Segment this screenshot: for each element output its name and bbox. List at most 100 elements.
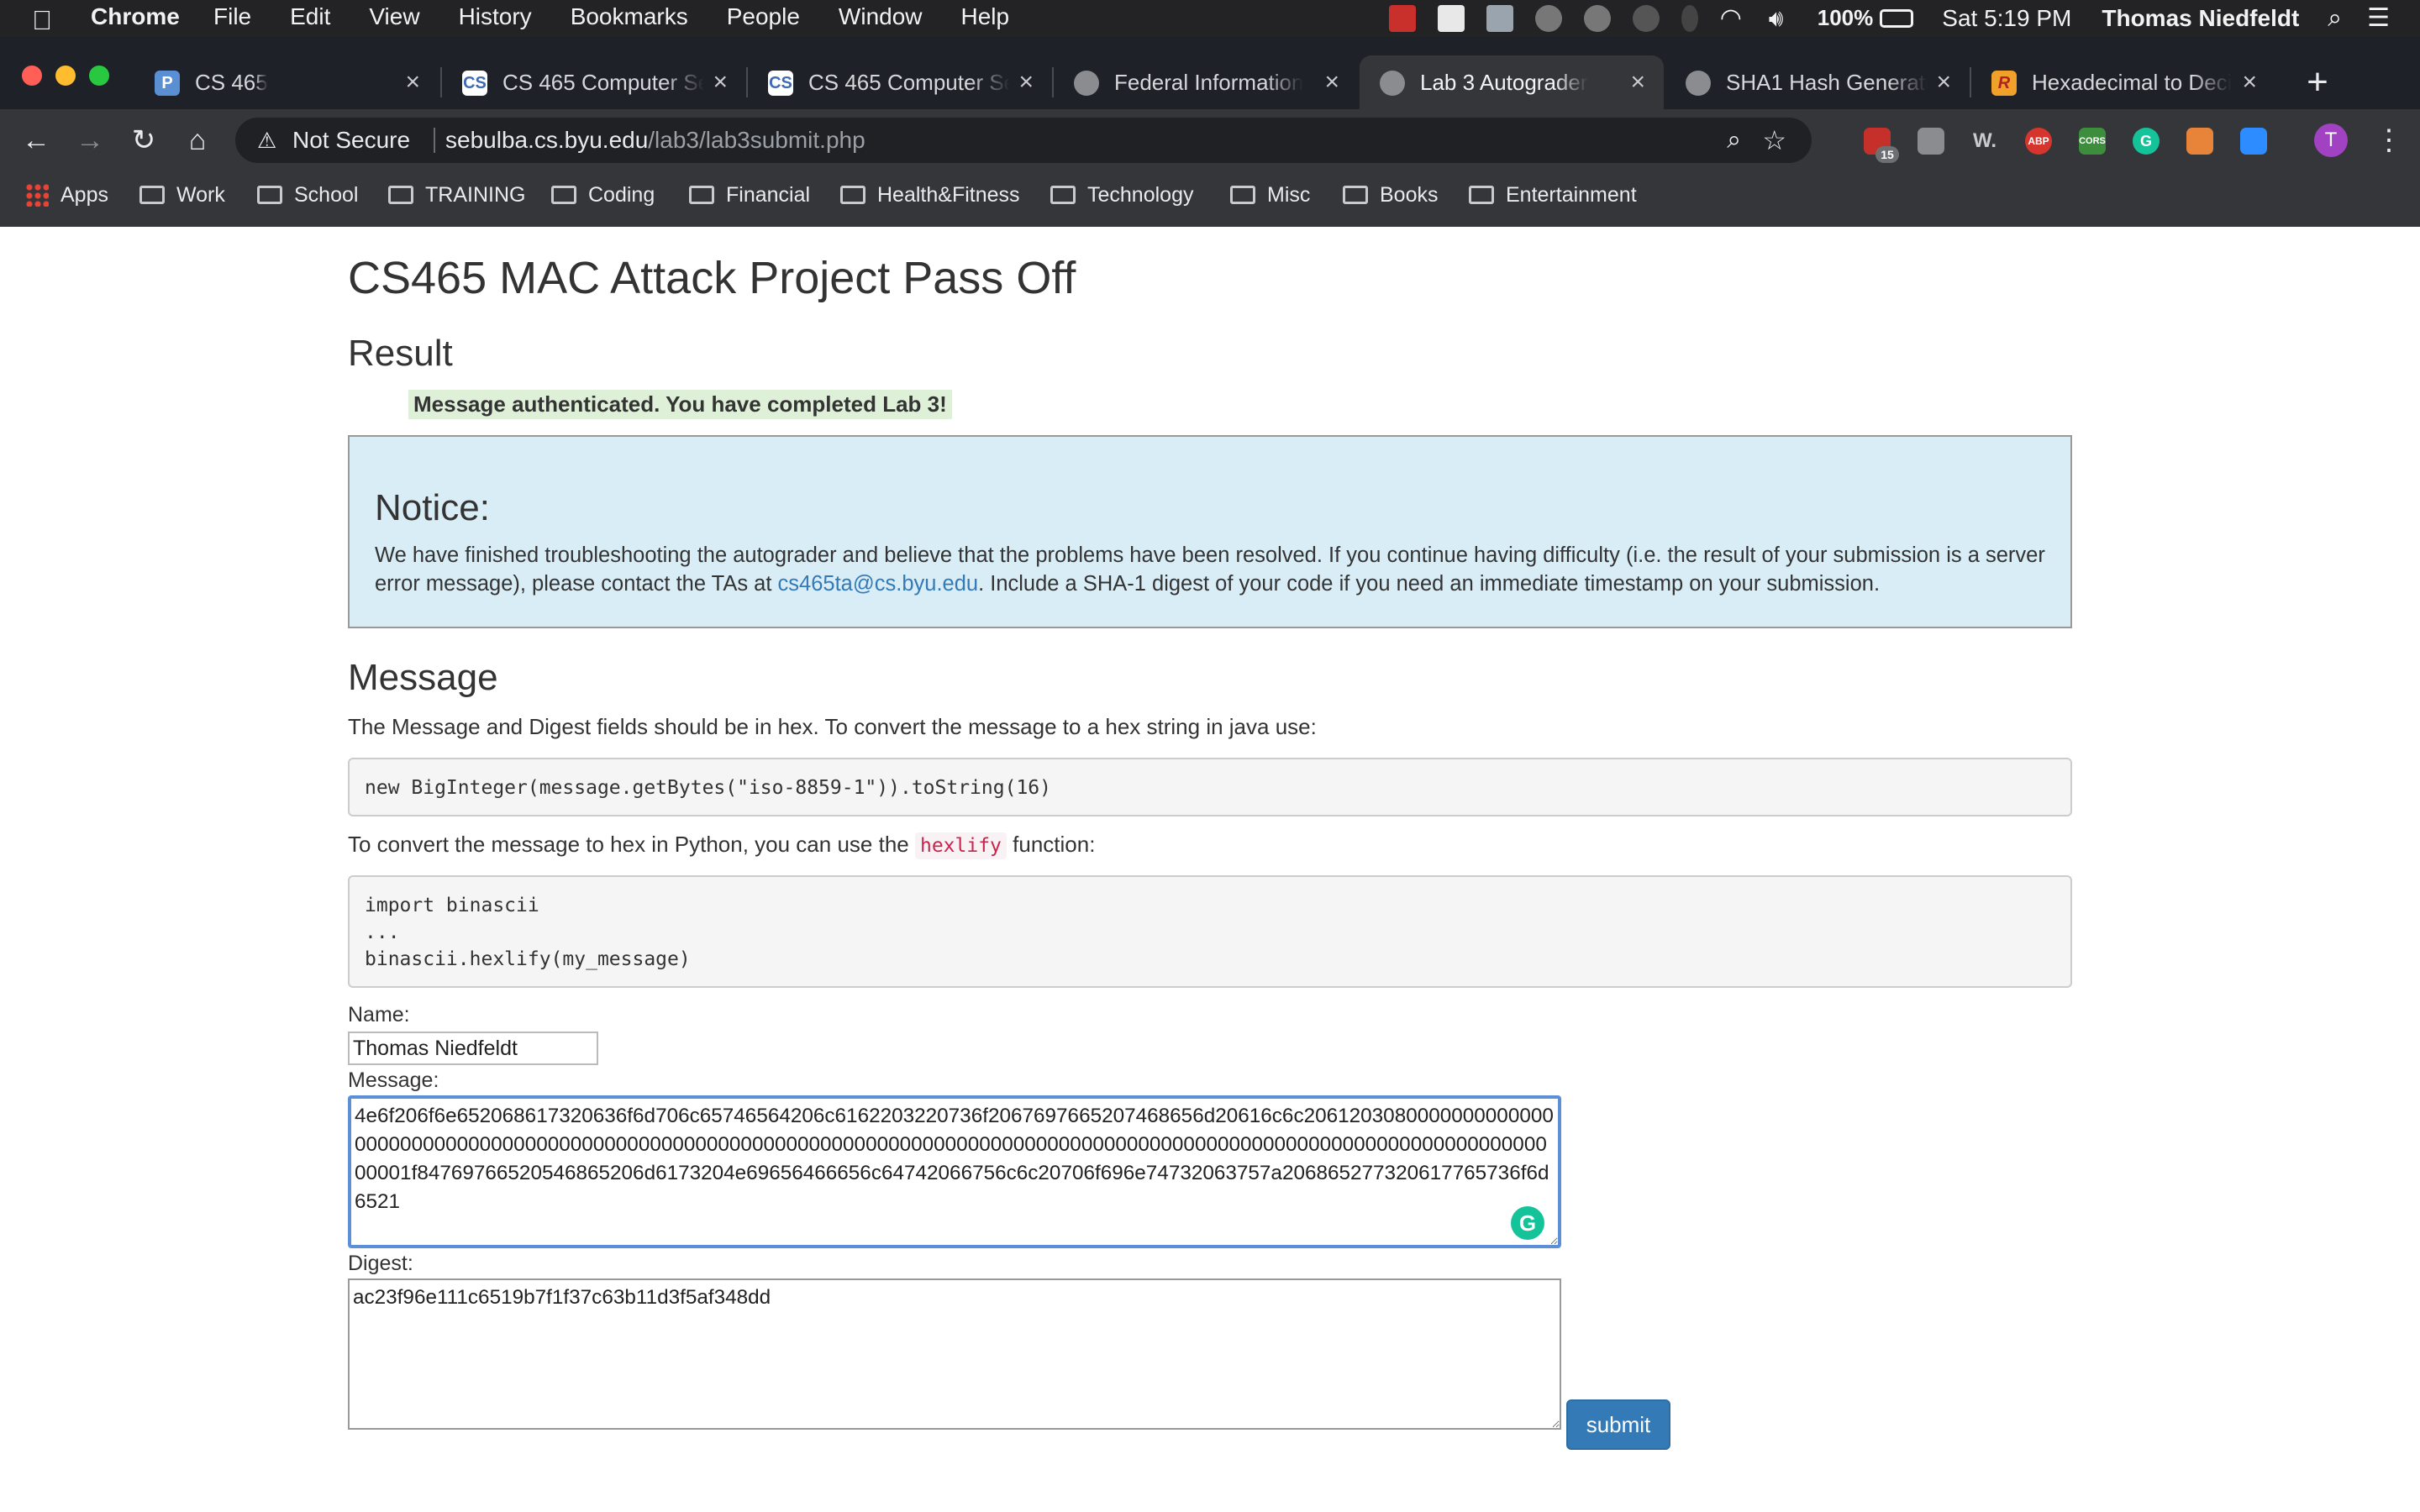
message-textarea[interactable]: 4e6f206f6e652068617320636f6d706c65746564…	[348, 1095, 1561, 1248]
browser-tab[interactable]: CS CS 465 Computer Se ×	[442, 55, 746, 109]
bookmark-folder[interactable]: Coding	[551, 171, 655, 218]
bluetooth-icon[interactable]	[1681, 4, 1698, 32]
bookmark-star-icon[interactable]: ☆	[1762, 118, 1786, 163]
tab-close-icon[interactable]: ×	[1018, 55, 1034, 109]
grammarly-icon[interactable]: G	[1511, 1206, 1544, 1240]
java-code-block: new BigInteger(message.getBytes("iso-885…	[348, 758, 2072, 816]
zoom-icon[interactable]: ⌕	[1727, 118, 1741, 163]
grammarly-extension-icon[interactable]: G	[2133, 128, 2160, 155]
folder-icon	[388, 186, 413, 204]
bookmark-label: TRAINING	[425, 183, 526, 207]
ta-email-link[interactable]: cs465ta@cs.byu.edu	[778, 572, 979, 596]
tab-close-icon[interactable]: ×	[713, 55, 728, 109]
vpn-icon[interactable]	[1583, 4, 1611, 32]
menu-history[interactable]: History	[459, 3, 532, 30]
tab-title: Hexadecimal to Deci	[2032, 70, 2233, 95]
adblock-plus-icon[interactable]: ABP	[2025, 128, 2052, 155]
megaphone-extension-icon[interactable]	[2186, 128, 2213, 155]
window-minimize-icon[interactable]	[55, 66, 76, 86]
tab-close-icon[interactable]: ×	[405, 55, 420, 109]
search-helper-icon[interactable]	[1632, 4, 1660, 32]
app-menu-chrome[interactable]: Chrome	[91, 3, 180, 30]
bookmark-folder[interactable]: School	[257, 171, 358, 218]
bookmark-apps[interactable]: Apps	[25, 171, 108, 218]
menu-people[interactable]: People	[727, 3, 800, 30]
notification-center-icon[interactable]: ☰	[2367, 3, 2390, 33]
python-intro-end: function:	[1006, 832, 1096, 857]
wikipedia-extension-icon[interactable]: W.	[1971, 128, 1998, 155]
tab-favicon-icon: CS	[768, 71, 793, 96]
window-close-icon[interactable]	[22, 66, 42, 86]
cube-icon[interactable]	[1437, 4, 1465, 32]
tab-close-icon[interactable]: ×	[1324, 55, 1339, 109]
reload-button[interactable]: ↻	[124, 121, 163, 160]
menubar-user[interactable]: Thomas Niedfeldt	[2102, 5, 2299, 32]
warning-icon[interactable]: ⚠	[257, 118, 276, 163]
bookmark-folder[interactable]: Technology	[1050, 171, 1193, 218]
new-tab-button[interactable]: +	[2297, 55, 2338, 109]
browser-tab-active[interactable]: Lab 3 Autograder ×	[1360, 55, 1664, 109]
hexlify-inline-code: hexlify	[914, 832, 1007, 859]
menu-bookmarks[interactable]: Bookmarks	[571, 3, 688, 30]
address-bar[interactable]: ⚠ Not Secure sebulba.cs.byu.edu/lab3/lab…	[235, 118, 1812, 163]
profile-avatar[interactable]: T	[2314, 123, 2348, 157]
globe-icon[interactable]	[1534, 4, 1562, 32]
menu-help[interactable]: Help	[961, 3, 1010, 30]
window-zoom-icon[interactable]	[89, 66, 109, 86]
home-button[interactable]: ⌂	[178, 121, 217, 160]
mcafee-icon[interactable]	[1388, 4, 1416, 32]
tab-title: CS 465 Computer Se	[502, 70, 704, 95]
menu-view[interactable]: View	[369, 3, 419, 30]
name-input[interactable]	[348, 1032, 598, 1065]
zoom-extension-icon[interactable]	[2240, 128, 2267, 155]
battery-icon[interactable]	[1880, 8, 1914, 28]
back-button[interactable]: ←	[17, 121, 55, 160]
spotlight-icon[interactable]: ⌕	[2328, 4, 2342, 33]
bookmark-folder[interactable]: Financial	[689, 171, 810, 218]
bookmark-folder[interactable]: TRAINING	[388, 171, 525, 218]
folder-icon	[840, 186, 865, 204]
url-text[interactable]: sebulba.cs.byu.edu/lab3/lab3submit.php	[445, 118, 865, 163]
security-status[interactable]: Not Secure	[292, 118, 410, 163]
browser-tab[interactable]: CS CS 465 Computer Se ×	[748, 55, 1052, 109]
menu-file[interactable]: File	[213, 3, 251, 30]
tab-close-icon[interactable]: ×	[2242, 55, 2257, 109]
folder-icon	[1230, 186, 1255, 204]
bookmark-folder[interactable]: Health&Fitness	[840, 171, 1020, 218]
bookmark-folder[interactable]: Entertainment	[1469, 171, 1637, 218]
tab-close-icon[interactable]: ×	[1630, 55, 1645, 109]
forward-button[interactable]: →	[71, 121, 109, 160]
bookmark-label: Health&Fitness	[877, 183, 1020, 207]
tab-close-icon[interactable]: ×	[1936, 55, 1951, 109]
bookmark-label: Financial	[726, 183, 811, 207]
menu-window[interactable]: Window	[839, 3, 923, 30]
browser-tab[interactable]: SHA1 Hash Generato ×	[1665, 55, 1970, 109]
chrome-menu-icon[interactable]: ⋮	[2375, 119, 2403, 161]
docker-icon[interactable]	[1486, 4, 1513, 32]
folder-icon	[1050, 186, 1076, 204]
tab-title: CS 465	[195, 70, 268, 95]
volume-icon[interactable]: 🔊︎	[1769, 5, 1796, 32]
bookmark-folder[interactable]: Work	[139, 171, 225, 218]
cors-extension-icon[interactable]: CORS	[2079, 128, 2106, 155]
submit-button[interactable]: submit	[1566, 1399, 1670, 1450]
bookmark-folder[interactable]: Books	[1343, 171, 1438, 218]
digest-textarea[interactable]: ac23f96e111c6519b7f1f37c63b11d3f5af348dd	[348, 1278, 1561, 1430]
notes-extension-icon[interactable]	[1918, 128, 1944, 155]
url-host: sebulba.cs.byu.edu	[445, 127, 649, 153]
browser-tab[interactable]: P CS 465 ×	[134, 55, 439, 109]
bookmark-folder[interactable]: Misc	[1230, 171, 1310, 218]
url-path: /lab3/lab3submit.php	[648, 127, 865, 153]
browser-tab[interactable]: Federal Information ×	[1054, 55, 1358, 109]
result-success-message: Message authenticated. You have complete…	[408, 390, 952, 419]
folder-icon	[1469, 186, 1494, 204]
bookmarks-bar: Apps Work School TRAINING Coding Financi…	[0, 171, 2420, 227]
menu-edit[interactable]: Edit	[290, 3, 330, 30]
browser-tab[interactable]: R Hexadecimal to Deci ×	[1971, 55, 2275, 109]
battery-percent[interactable]: 100%	[1818, 5, 1874, 31]
wifi-icon[interactable]: ◠	[1720, 4, 1747, 32]
message-label: Message:	[348, 1068, 439, 1092]
menubar-clock[interactable]: Sat 5:19 PM	[1942, 5, 2071, 32]
tab-title: CS 465 Computer Se	[808, 70, 1010, 95]
apple-menu-icon[interactable]: 	[32, 5, 52, 36]
